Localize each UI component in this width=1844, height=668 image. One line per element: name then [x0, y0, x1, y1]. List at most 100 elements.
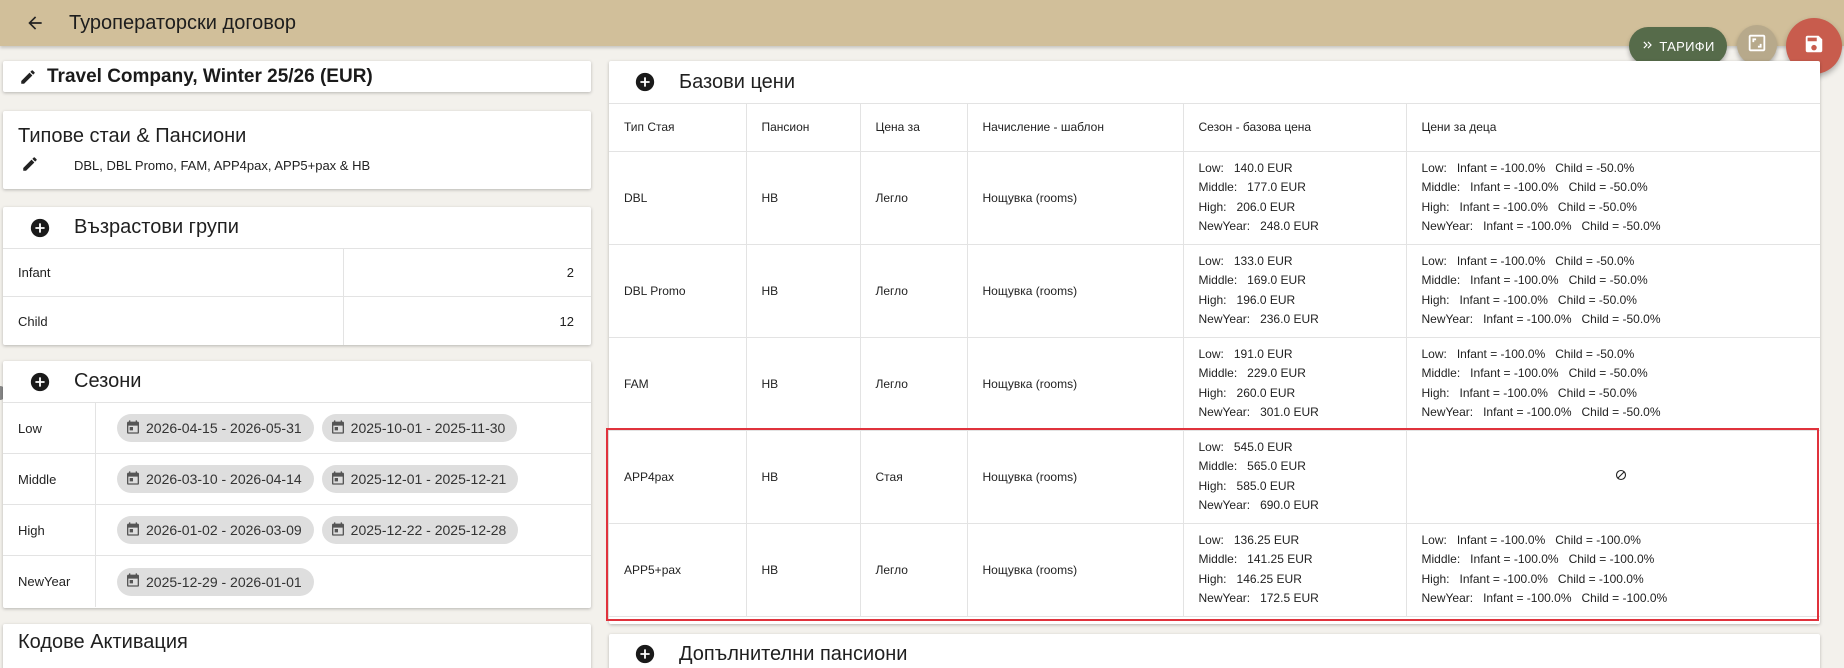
edit-pencil-icon[interactable] [19, 68, 37, 86]
add-circle-icon[interactable] [29, 217, 51, 239]
age-group-value: 2 [566, 265, 574, 280]
season-date-chips: 2026-01-02 - 2026-03-09 2025-12-22 - 2025… [96, 516, 519, 544]
board-cell: HB [746, 244, 861, 338]
price-for-cell: Легло [860, 244, 968, 338]
tarifi-button-label: ТАРИФИ [1659, 38, 1715, 54]
edit-pencil-icon[interactable] [21, 155, 39, 173]
room-types-title: Типове стаи & Пансиони [18, 125, 247, 147]
template-cell: Нощувка (rooms) [967, 523, 1184, 617]
calendar-icon [125, 419, 141, 438]
column-header: Цени за деца [1406, 104, 1820, 152]
season-price-line: Low: 133.0 EUR [1198, 253, 1293, 268]
column-header: Сезон - базова цена [1183, 104, 1407, 152]
season-price-line: Low: 191.0 EUR [1198, 346, 1293, 361]
price-for-cell: Легло [860, 337, 968, 431]
season-price-line: NewYear: 172.5 EUR [1198, 591, 1319, 605]
template-cell: Нощувка (rooms) [967, 337, 1184, 431]
date-range-chip[interactable]: 2025-10-01 - 2025-11-30 [321, 414, 518, 442]
seasons-header: Сезони [3, 361, 591, 403]
seasons-title: Сезони [74, 370, 142, 392]
season-price-line: Middle: 141.25 EUR [1198, 552, 1313, 566]
table-row[interactable]: DBL HB Легло Нощувка (rooms) Low: 140.0 EUR M… [609, 151, 1820, 245]
calendar-icon [125, 470, 141, 489]
add-circle-icon[interactable] [634, 643, 656, 665]
add-circle-icon[interactable] [634, 71, 656, 93]
child-price-line: NewYear: Infant = -100.0% Child = -100.0… [1421, 591, 1668, 605]
season-price-line: NewYear: 236.0 EUR [1198, 312, 1319, 326]
board-cell: HB [746, 430, 861, 524]
tarifi-button[interactable]: ТАРИФИ [1629, 27, 1727, 65]
age-group-row[interactable]: Child 12 [3, 297, 591, 345]
calendar-icon [330, 470, 346, 489]
child-price-line: High: Infant = -100.0% Child = -50.0% [1421, 385, 1637, 400]
base-prices-header: Базови цени [609, 61, 1820, 104]
season-date-chips: 2026-04-15 - 2026-05-31 2025-10-01 - 2025… [96, 414, 518, 442]
season-price-line: Low: 545.0 EUR [1198, 439, 1293, 454]
date-range-chip[interactable]: 2025-12-01 - 2025-12-21 [321, 465, 519, 493]
child-price-line: Middle: Infant = -100.0% Child = -100.0% [1421, 552, 1655, 566]
room-type-cell: APP5+pax [609, 523, 747, 617]
season-label: Low [3, 403, 96, 453]
season-prices-cell: Low: 133.0 EUR Middle: 169.0 EUR High: 196… [1183, 244, 1407, 338]
child-prices-cell: Low: Infant = -100.0% Child = -50.0% Midd… [1406, 337, 1820, 431]
season-price-line: High: 196.0 EUR [1198, 292, 1296, 307]
add-circle-icon[interactable] [29, 371, 51, 393]
child-price-line: Low: Infant = -100.0% Child = -50.0% [1421, 160, 1635, 175]
contract-name: Travel Company, Winter 25/26 (EUR) [47, 65, 373, 87]
age-groups-card: Възрастови групи Infant 2 Child 12 [3, 207, 591, 345]
season-price-line: NewYear: 301.0 EUR [1198, 405, 1319, 419]
double-chevron-right-icon [1641, 38, 1655, 55]
board-cell: HB [746, 523, 861, 617]
date-range-chip[interactable]: 2026-01-02 - 2026-03-09 [117, 516, 314, 544]
season-prices-cell: Low: 136.25 EUR Middle: 141.25 EUR High: 1… [1183, 523, 1407, 617]
table-row[interactable]: APP4pax HB Стая Нощувка (rooms) Low: 545.0 E… [609, 430, 1820, 524]
fullscreen-icon [1746, 32, 1768, 59]
season-price-line: High: 206.0 EUR [1198, 199, 1296, 214]
calendar-icon [330, 419, 346, 438]
template-cell: Нощувка (rooms) [967, 151, 1184, 245]
season-prices-cell: Low: 545.0 EUR Middle: 565.0 EUR High: 585… [1183, 430, 1407, 524]
table-row[interactable]: DBL Promo HB Легло Нощувка (rooms) Low: 133.… [609, 244, 1820, 338]
season-price-line: NewYear: 690.0 EUR [1198, 498, 1319, 512]
date-range-chip[interactable]: 2025-12-22 - 2025-12-28 [321, 516, 519, 544]
date-range-chip[interactable]: 2026-03-10 - 2026-04-14 [117, 465, 314, 493]
child-price-line: Low: Infant = -100.0% Child = -50.0% [1421, 346, 1635, 361]
season-price-line: Middle: 229.0 EUR [1198, 366, 1306, 380]
child-price-line: High: Infant = -100.0% Child = -50.0% [1421, 199, 1637, 214]
room-types-card: Типове стаи & Пансиони DBL, DBL Promo, F… [3, 111, 591, 189]
board-cell: HB [746, 151, 861, 245]
season-price-line: NewYear: 248.0 EUR [1198, 219, 1319, 233]
date-range-chip[interactable]: 2025-12-29 - 2026-01-01 [117, 567, 314, 596]
table-row[interactable]: FAM HB Легло Нощувка (rooms) Low: 191.0 EUR M… [609, 337, 1820, 431]
season-date-chips: 2025-12-29 - 2026-01-01 [96, 567, 314, 596]
block-icon [1615, 469, 1627, 484]
age-group-label: Infant [3, 249, 344, 296]
room-types-list: DBL, DBL Promo, FAM, APP4pax, APP5+pax &… [74, 158, 371, 173]
child-price-line: Low: Infant = -100.0% Child = -100.0% [1421, 532, 1641, 547]
base-prices-card: Базови цени Тип Стая Пансион Цена за Начисл… [609, 61, 1820, 624]
column-header: Пансион [746, 104, 861, 152]
age-group-value: 12 [559, 313, 574, 329]
back-arrow-icon[interactable] [19, 7, 51, 39]
season-label: High [3, 505, 96, 555]
table-row[interactable]: APP5+pax HB Легло Нощувка (rooms) Low: 136.2… [609, 523, 1820, 617]
template-cell: Нощувка (rooms) [967, 430, 1184, 524]
calendar-icon [330, 521, 346, 540]
child-price-line: Middle: Infant = -100.0% Child = -50.0% [1421, 180, 1648, 194]
season-price-line: Low: 136.25 EUR [1198, 532, 1300, 547]
age-group-row[interactable]: Infant 2 [3, 249, 591, 297]
age-group-label: Child [3, 297, 344, 345]
fullscreen-button[interactable] [1737, 25, 1777, 65]
base-prices-title: Базови цени [679, 70, 796, 93]
season-row: Middle 2026-03-10 - 2026-04-14 2025-12-01 … [3, 454, 591, 505]
season-label: Middle [3, 454, 96, 504]
date-range-chip[interactable]: 2026-04-15 - 2026-05-31 [117, 414, 314, 442]
base-prices-table: Тип Стая Пансион Цена за Начисление - шабло… [609, 104, 1820, 617]
calendar-icon [125, 572, 141, 591]
season-prices-cell: Low: 191.0 EUR Middle: 229.0 EUR High: 260… [1183, 337, 1407, 431]
child-price-line: High: Infant = -100.0% Child = -100.0% [1421, 571, 1644, 586]
save-icon [1803, 33, 1825, 60]
date-range-text: 2025-12-22 - 2025-12-28 [350, 522, 507, 538]
extra-boards-header: Допълнителни пансиони [609, 634, 1820, 668]
child-prices-cell: Low: Infant = -100.0% Child = -100.0% Mid… [1406, 523, 1820, 617]
